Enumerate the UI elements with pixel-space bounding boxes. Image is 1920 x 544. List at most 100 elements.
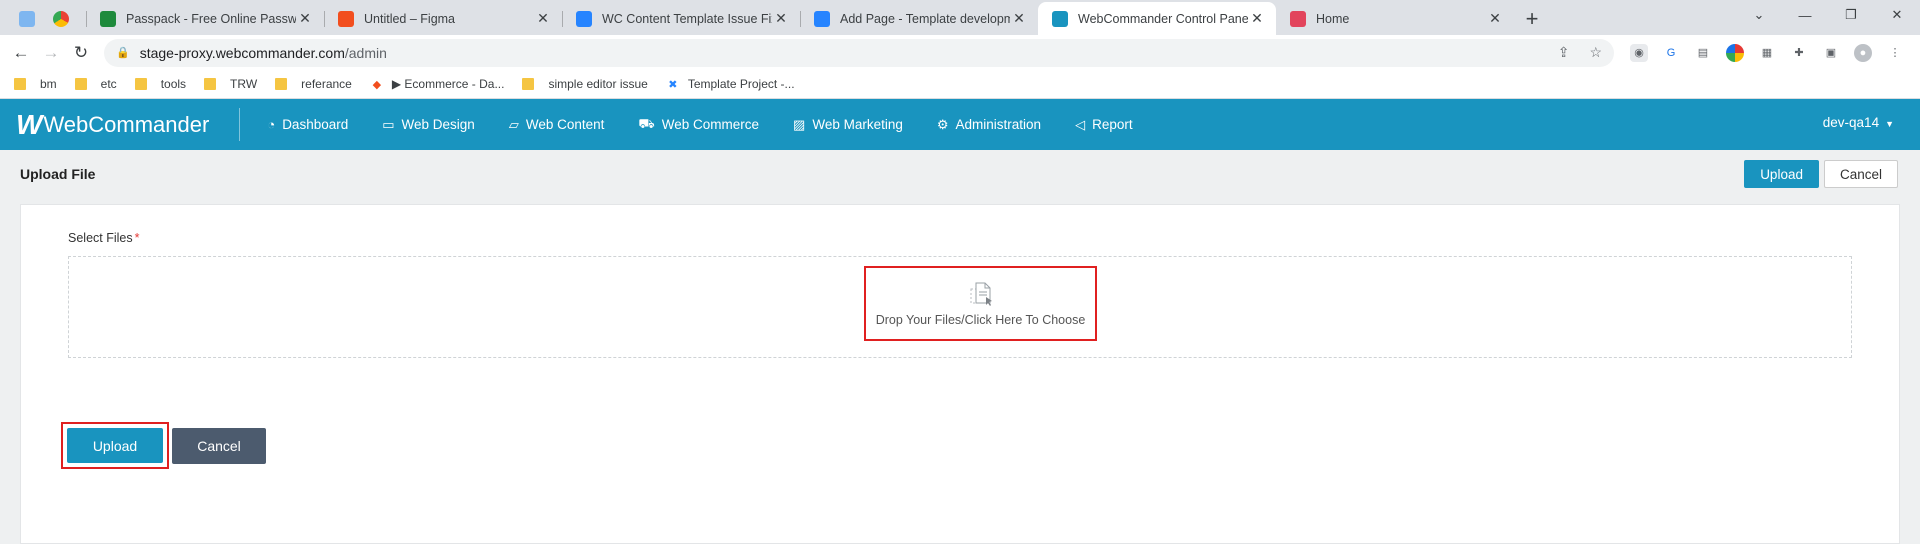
file-upload-icon (970, 281, 992, 307)
monitor-icon: ▭ (382, 116, 395, 132)
tab-pinned-1[interactable] (10, 2, 44, 35)
folder-icon (522, 78, 535, 90)
minimize-button[interactable]: — (1782, 0, 1828, 30)
top-cancel-button[interactable]: Cancel (1823, 160, 1898, 188)
bookmark-item[interactable]: etc (74, 77, 117, 91)
browser-tab[interactable]: Untitled – Figma ✕ (324, 2, 562, 35)
tab-title: WebCommander Control Panel (1078, 11, 1248, 26)
cart-icon: ⛟ (638, 115, 655, 131)
tab-search-icon[interactable]: ⌄ (1736, 0, 1782, 30)
menu-item-report[interactable]: ◁ Report (1058, 117, 1150, 133)
extensions-puzzle-icon[interactable]: ✚ (1790, 44, 1808, 62)
bookmark-label: referance (301, 77, 352, 91)
confluence-icon (814, 10, 830, 27)
figma-icon (338, 10, 354, 27)
folder-icon (14, 78, 26, 90)
app-header: W WebCommander ◔ Dashboard ▭ Web Design ▱ Web… (0, 99, 1920, 150)
browser-tabstrip: Passpack - Free Online Password✕Untitled… (0, 0, 1920, 35)
caret-down-icon: ▼ (1885, 119, 1894, 129)
bookmark-item[interactable]: referance (275, 77, 352, 91)
browser-tab[interactable]: Passpack - Free Online Password✕ (86, 2, 324, 35)
file-dropzone[interactable]: Drop Your Files/Click Here To Choose (68, 256, 1852, 358)
bluetooth-icon (19, 10, 35, 27)
tab-title: WC Content Template Issue Fixin (602, 11, 772, 26)
bookmark-label: TRW (230, 77, 258, 91)
menu-item-administration[interactable]: ⚙ Administration (920, 117, 1058, 133)
bookmark-item[interactable]: simple editor issue (522, 77, 648, 91)
menu-item-label: Administration (955, 117, 1042, 132)
browser-tab[interactable]: Add Page - Template developme ✕ (800, 2, 1038, 35)
menu-item-web-design[interactable]: ▭ Web Design (365, 117, 492, 133)
bookmark-item[interactable]: ◆ ▶ Ecommerce - Da... (370, 77, 505, 91)
folder-icon (275, 78, 288, 90)
tab-title: Home (1316, 11, 1350, 26)
tab-close-icon[interactable]: ✕ (1486, 10, 1504, 27)
menu-item-label: Web Marketing (812, 117, 903, 132)
tab-close-icon[interactable]: ✕ (772, 10, 790, 27)
tab-close-icon[interactable]: ✕ (1010, 10, 1028, 27)
share-icon[interactable]: ⇪ (1558, 44, 1570, 61)
browser-tab[interactable]: Home ✕ (1276, 2, 1514, 35)
upload-button[interactable]: Upload (67, 428, 163, 463)
restore-button[interactable]: ❐ (1828, 0, 1874, 30)
bookmark-item[interactable]: tools (134, 77, 187, 91)
bookmark-label: Template Project -... (687, 77, 795, 91)
tab-title: Untitled – Figma (364, 11, 456, 26)
folder-icon (74, 78, 87, 90)
menu-item-label: Web Design (401, 117, 475, 132)
close-window-button[interactable]: ✕ (1874, 0, 1920, 30)
folder-icon (204, 78, 217, 90)
menu-item-web-content[interactable]: ▱ Web Content (492, 117, 622, 133)
drop-target-highlight[interactable]: Drop Your Files/Click Here To Choose (864, 266, 1097, 341)
chrome-menu-icon[interactable]: ⋮ (1886, 44, 1904, 62)
tab-close-icon[interactable]: ✕ (534, 10, 552, 27)
menu-item-dashboard[interactable]: ◔ Dashboard (250, 117, 365, 132)
bookmark-star-icon[interactable]: ☆ (1589, 44, 1602, 61)
back-button[interactable]: ← (6, 38, 36, 68)
new-tab-button[interactable]: + (1514, 2, 1550, 35)
monday-icon (1290, 10, 1306, 27)
extension-icon-3[interactable]: ▤ (1694, 44, 1712, 62)
address-bar[interactable]: 🔒 stage-proxy.webcommander.com/admin ⇪ ☆ (104, 38, 1614, 67)
bookmark-item[interactable]: ✖ Template Project -... (666, 77, 795, 91)
forward-button[interactable]: → (36, 38, 66, 68)
bookmark-label: etc (100, 77, 117, 91)
menu-item-web-marketing[interactable]: ▨ Web Marketing (776, 117, 920, 133)
profile-avatar-icon[interactable]: ● (1854, 43, 1872, 62)
tab-pinned-2[interactable] (44, 2, 78, 35)
gear-icon: ⚙ (936, 116, 949, 132)
select-files-label: Select Files * (68, 231, 139, 245)
top-upload-button[interactable]: Upload (1744, 160, 1819, 188)
webcommander-icon (1052, 10, 1068, 27)
bookmark-item[interactable]: TRW (204, 77, 257, 91)
megaphone-icon: ◁ (1075, 116, 1086, 132)
logo-icon: W (16, 108, 42, 140)
folder-icon: ▱ (508, 116, 519, 132)
tab-close-icon[interactable]: ✕ (1248, 10, 1266, 27)
tab-title: Add Page - Template developme (840, 11, 1010, 26)
chart-icon: ▨ (793, 116, 806, 132)
color-picker-icon[interactable] (1726, 43, 1744, 62)
upload-button-highlight: Upload (61, 422, 169, 469)
bookmark-label: tools (160, 77, 187, 91)
reload-button[interactable]: ↻ (66, 38, 96, 68)
extension-icon-5[interactable]: ▦ (1758, 44, 1776, 62)
user-menu[interactable]: dev-qa14 ▼ (1823, 115, 1894, 130)
cancel-button[interactable]: Cancel (172, 427, 266, 464)
drop-instruction: Drop Your Files/Click Here To Choose (875, 312, 1086, 327)
translate-icon[interactable]: G (1662, 44, 1680, 62)
main-menu: ◔ Dashboard ▭ Web Design ▱ Web Content ⛟ Web Co… (250, 116, 1149, 134)
confluence-icon (576, 10, 592, 27)
webcommander-logo[interactable]: W WebCommander (0, 108, 241, 141)
url-path: /admin (344, 44, 387, 61)
bookmark-item[interactable]: bm (14, 77, 57, 91)
menu-item-web-commerce[interactable]: ⛟ Web Commerce (621, 116, 776, 134)
tab-close-icon[interactable]: ✕ (296, 10, 314, 27)
extension-icon-1[interactable]: ◉ (1630, 43, 1648, 62)
chrome-icon (53, 10, 69, 27)
browser-tab[interactable]: WebCommander Control Panel ✕ (1038, 2, 1276, 35)
browser-tab[interactable]: WC Content Template Issue Fixin ✕ (562, 2, 800, 35)
tab-title: Passpack - Free Online Password (126, 11, 296, 26)
side-panel-icon[interactable]: ▣ (1822, 44, 1840, 62)
upload-form-card: Select Files * Drop Your Files/Click Here… (20, 204, 1900, 544)
